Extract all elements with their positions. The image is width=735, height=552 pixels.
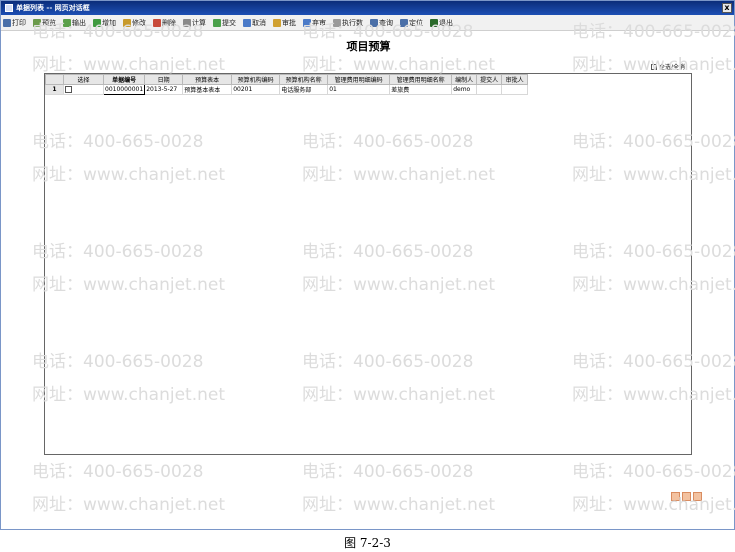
add-icon — [93, 18, 101, 27]
toolbar-button[interactable]: 取消 — [243, 18, 266, 28]
toolbar-button-label: 退出 — [439, 18, 453, 27]
toolbar-button-label: 预览 — [42, 18, 56, 27]
table-cell: 预算基本表本 — [182, 84, 233, 95]
toolbar-button[interactable]: 定位 — [400, 18, 423, 28]
document-grid: 选择 单据编号 日期 预算表本 预算机构编码 预算机构名称 管理费用明细编码 管理费用明细名称… — [44, 73, 692, 455]
toolbar: 打印 预览 输出 增加 修改 删除 计算 提交 取消 审批 弃审 执行数 查询 定位 退出 — [1, 15, 734, 31]
toolbar-button[interactable]: 输出 — [63, 18, 86, 28]
row-number: 1 — [45, 84, 64, 95]
export-icon — [63, 18, 71, 27]
toolbar-button[interactable]: 退出 — [430, 18, 453, 28]
column-header[interactable]: 日期 — [144, 74, 184, 85]
toolbar-button[interactable]: 审批 — [273, 18, 296, 28]
table-row[interactable]: 1 0010000001 2013-5-27 预算基本表本 00201 电话服务部 01 差旅… — [45, 84, 529, 95]
edit-icon — [123, 18, 131, 27]
preview-icon — [33, 18, 41, 27]
column-header[interactable] — [45, 74, 64, 85]
bottom-tools — [671, 492, 702, 501]
toolbar-button-label: 查询 — [379, 18, 393, 27]
column-header[interactable]: 管理费用明细编码 — [327, 74, 391, 85]
toolbar-button-label: 执行数 — [342, 18, 363, 27]
toolbar-button[interactable]: 弃审 — [303, 18, 326, 28]
toolbar-button[interactable]: 增加 — [93, 18, 116, 28]
document-table: 选择 单据编号 日期 预算表本 预算机构编码 预算机构名称 管理费用明细编码 管理费用明细名称… — [45, 74, 529, 95]
row-select-cell[interactable] — [63, 84, 104, 95]
table-cell: 0010000001 — [102, 84, 146, 95]
close-button[interactable]: x — [722, 3, 732, 13]
toolbar-button-label: 打印 — [12, 18, 26, 27]
toolbar-button-label: 增加 — [102, 18, 116, 27]
execute-icon — [333, 18, 341, 27]
column-header[interactable]: 选择 — [63, 74, 104, 85]
column-header[interactable]: 预算机构编码 — [231, 74, 281, 85]
toolbar-button[interactable]: 打印 — [3, 18, 26, 28]
toolbar-button-label: 审批 — [282, 18, 296, 27]
approve-icon — [273, 18, 281, 27]
table-cell — [476, 84, 503, 95]
unapprove-icon — [303, 18, 311, 27]
column-header[interactable]: 审批人 — [501, 74, 529, 85]
table-cell — [501, 84, 529, 95]
toolbar-button-label: 输出 — [72, 18, 86, 27]
table-header-row: 选择 单据编号 日期 预算表本 预算机构编码 预算机构名称 管理费用明细编码 管理费用明细名称… — [45, 74, 529, 85]
column-header[interactable]: 单据编号 — [102, 74, 146, 85]
column-header[interactable]: 管理费用明细名称 — [389, 74, 453, 85]
table-cell: 00201 — [231, 84, 281, 95]
toolbar-button-label: 计算 — [192, 18, 206, 27]
table-cell: 01 — [327, 84, 391, 95]
table-cell: 差旅费 — [389, 84, 453, 95]
toolbar-button[interactable]: 提交 — [213, 18, 236, 28]
table-cell: 2013-5-27 — [144, 84, 184, 95]
figure-caption: 图 7-2-3 — [344, 536, 391, 550]
column-header[interactable]: 预算机构名称 — [279, 74, 329, 85]
tool-icon[interactable] — [671, 492, 680, 501]
exit-icon — [430, 18, 438, 27]
toolbar-button[interactable]: 修改 — [123, 18, 146, 28]
dialog-window: 单据列表 -- 网页对话框 x 打印 预览 输出 增加 修改 删除 计算 提交 取消 审批 弃审 执行… — [0, 0, 735, 530]
toolbar-button-label: 取消 — [252, 18, 266, 27]
title-bar: 单据列表 -- 网页对话框 x — [1, 1, 734, 15]
submit-icon — [213, 18, 221, 27]
print-icon — [3, 18, 11, 27]
locate-icon — [400, 18, 408, 27]
page-title: 项目预算 — [346, 40, 391, 53]
app-icon — [5, 4, 13, 12]
row-checkbox[interactable] — [65, 86, 72, 93]
delete-icon — [153, 18, 161, 27]
toolbar-button[interactable]: 删除 — [153, 18, 176, 28]
toolbar-button-label: 提交 — [222, 18, 236, 27]
select-all-label: 全选/全消 — [658, 64, 685, 71]
table-cell: demo — [451, 84, 478, 95]
table-cell: 电话服务部 — [279, 84, 329, 95]
select-all-toggle[interactable]: 全选/全消 — [650, 62, 685, 71]
toolbar-button-label: 删除 — [162, 18, 176, 27]
calculate-icon — [183, 18, 191, 27]
toolbar-button[interactable]: 查询 — [370, 18, 393, 28]
cancel-icon — [243, 18, 251, 27]
toolbar-button[interactable]: 执行数 — [333, 18, 363, 28]
tool-icon[interactable] — [693, 492, 702, 501]
tool-icon[interactable] — [682, 492, 691, 501]
query-icon — [370, 18, 378, 27]
column-header[interactable]: 预算表本 — [182, 74, 233, 85]
toolbar-button-label: 修改 — [132, 18, 146, 27]
column-header[interactable]: 编制人 — [451, 74, 478, 85]
select-all-checkbox[interactable] — [650, 63, 657, 70]
toolbar-button[interactable]: 计算 — [183, 18, 206, 28]
window-title: 单据列表 -- 网页对话框 — [16, 4, 90, 12]
toolbar-button-label: 弃审 — [312, 18, 326, 27]
column-header[interactable]: 提交人 — [476, 74, 503, 85]
toolbar-button-label: 定位 — [409, 18, 423, 27]
toolbar-button[interactable]: 预览 — [33, 18, 56, 28]
